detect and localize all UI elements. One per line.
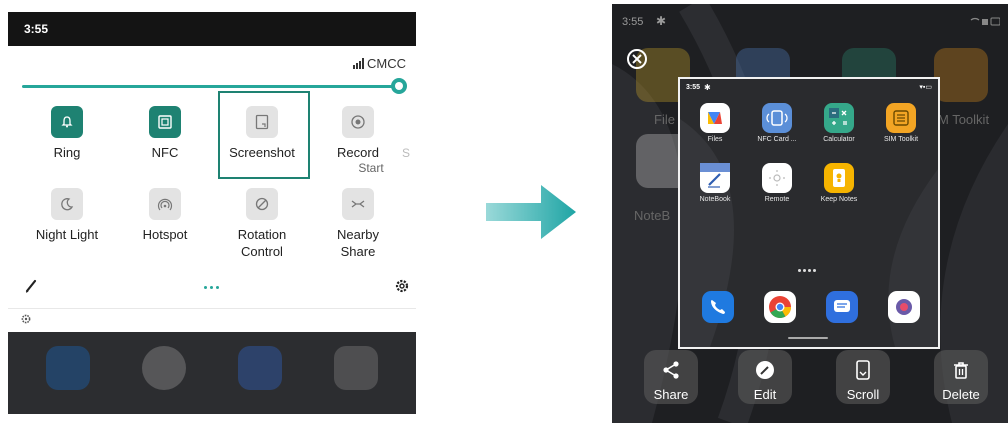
tile-label: Nearby Share xyxy=(337,227,379,259)
camera-icon xyxy=(334,346,378,390)
app-nfc-card: NFC Card ... xyxy=(750,103,804,143)
carrier-label: CMCC xyxy=(367,56,406,71)
tile-label: Night Light xyxy=(35,227,99,242)
page-indicator xyxy=(798,269,816,272)
phone-icon xyxy=(702,291,734,323)
rotation-icon xyxy=(246,188,278,220)
app-label: Files xyxy=(707,136,723,143)
small-gear-icon xyxy=(20,312,32,330)
quick-settings-screen: 3:55 CMCC Ring NFC Screenshot Record Sta… xyxy=(8,12,416,414)
screenshot-preview-screen: 3:55 ✱ File NoteB M Toolkit 3:55 ✱ ▾▪▭ F… xyxy=(612,4,1008,423)
scroll-button[interactable]: Scroll xyxy=(836,350,890,404)
keep-notes-icon xyxy=(824,163,854,193)
tile-hotspot[interactable]: Hotspot xyxy=(120,188,210,243)
transition-arrow-icon xyxy=(486,181,576,248)
share-button[interactable]: Share xyxy=(644,350,698,404)
nfc-card-icon xyxy=(762,103,792,133)
tile-label: Record xyxy=(337,145,379,160)
edit-label: Edit xyxy=(753,387,777,402)
app-label: Calculator xyxy=(823,136,855,143)
brightness-slider-knob[interactable] xyxy=(391,78,407,94)
ghost-label: File xyxy=(654,112,675,127)
screenshot-highlight-frame xyxy=(218,91,310,179)
divider xyxy=(8,308,416,309)
home-screen-dimmed xyxy=(8,332,416,414)
tile-label: NFC xyxy=(151,145,179,160)
app-label: Keep Notes xyxy=(820,196,858,203)
delete-label: Delete xyxy=(942,387,980,402)
tile-rotation-control[interactable]: Rotation Control xyxy=(217,188,307,260)
chrome-icon xyxy=(764,291,796,323)
app-notebook: NoteBook xyxy=(688,163,742,203)
tile-ring[interactable]: Ring xyxy=(22,106,112,161)
status-icons xyxy=(970,16,1000,26)
tile-label: Hotspot xyxy=(142,227,188,242)
app-label: NFC Card ... xyxy=(757,136,797,143)
status-gear-icon: ✱ xyxy=(656,14,667,28)
sim-toolkit-ghost xyxy=(934,48,988,102)
thumb-status-time: 3:55 xyxy=(686,84,701,91)
app-label: Remote xyxy=(764,196,790,203)
tile-label: Ring xyxy=(53,145,81,160)
settings-gear-icon[interactable] xyxy=(394,278,410,299)
scroll-icon xyxy=(856,360,870,380)
tile-night-light[interactable]: Night Light xyxy=(22,188,112,243)
nearby-share-icon xyxy=(342,188,374,220)
share-label: Share xyxy=(653,387,689,402)
phone-icon xyxy=(46,346,90,390)
remote-icon xyxy=(762,163,792,193)
delete-button[interactable]: Delete xyxy=(934,350,988,404)
tile-record[interactable]: Record Start xyxy=(313,106,403,176)
tile-sublabel: Start xyxy=(358,161,384,175)
thumb-status-icons: ▾▪▭ xyxy=(919,84,932,91)
status-time: 3:55 xyxy=(622,16,644,28)
moon-icon xyxy=(51,188,83,220)
chrome-icon xyxy=(142,346,186,390)
ghost-label: M Toolkit xyxy=(938,112,990,127)
app-label: NoteBook xyxy=(699,196,731,203)
screenshot-thumbnail[interactable]: 3:55 ✱ ▾▪▭ Files NFC Card ... Calculator xyxy=(678,77,940,349)
cut-off-tile-label: S xyxy=(402,146,411,160)
wifi-signal-battery-icon xyxy=(970,17,1000,26)
page-indicator xyxy=(204,286,219,289)
gesture-bar xyxy=(788,337,828,339)
nfc-icon xyxy=(149,106,181,138)
notebook-icon xyxy=(700,163,730,193)
sim-toolkit-icon xyxy=(886,103,916,133)
calculator-icon xyxy=(824,103,854,133)
edit-icon xyxy=(756,361,774,379)
record-icon xyxy=(342,106,374,138)
tile-nfc[interactable]: NFC xyxy=(120,106,210,161)
thumb-gear-icon: ✱ xyxy=(704,83,711,92)
app-calculator: Calculator xyxy=(812,103,866,143)
status-time: 3:55 xyxy=(24,22,49,36)
delete-icon xyxy=(954,362,968,379)
tile-label: Rotation Control xyxy=(237,227,287,259)
edit-pencil-icon[interactable] xyxy=(24,278,38,299)
bell-icon xyxy=(51,106,83,138)
tile-nearby-share[interactable]: Nearby Share xyxy=(313,188,403,260)
files-icon xyxy=(700,103,730,133)
edit-button[interactable]: Edit xyxy=(738,350,792,404)
share-icon xyxy=(663,361,679,379)
scroll-label: Scroll xyxy=(846,387,880,402)
close-icon[interactable] xyxy=(626,48,648,70)
status-bar: 3:55 xyxy=(8,12,416,46)
signal-icon xyxy=(353,58,364,69)
camera-icon xyxy=(888,291,920,323)
messages-icon xyxy=(826,291,858,323)
ghost-label: NoteB xyxy=(634,208,671,223)
app-sim-toolkit: SIM Toolkit xyxy=(874,103,928,143)
app-remote: Remote xyxy=(750,163,804,203)
messages-icon xyxy=(238,346,282,390)
brightness-slider[interactable] xyxy=(22,85,398,88)
app-files: Files xyxy=(688,103,742,143)
hotspot-icon xyxy=(149,188,181,220)
app-label: SIM Toolkit xyxy=(883,136,919,143)
app-keep-notes: Keep Notes xyxy=(812,163,866,203)
carrier-indicator: CMCC xyxy=(353,56,406,71)
